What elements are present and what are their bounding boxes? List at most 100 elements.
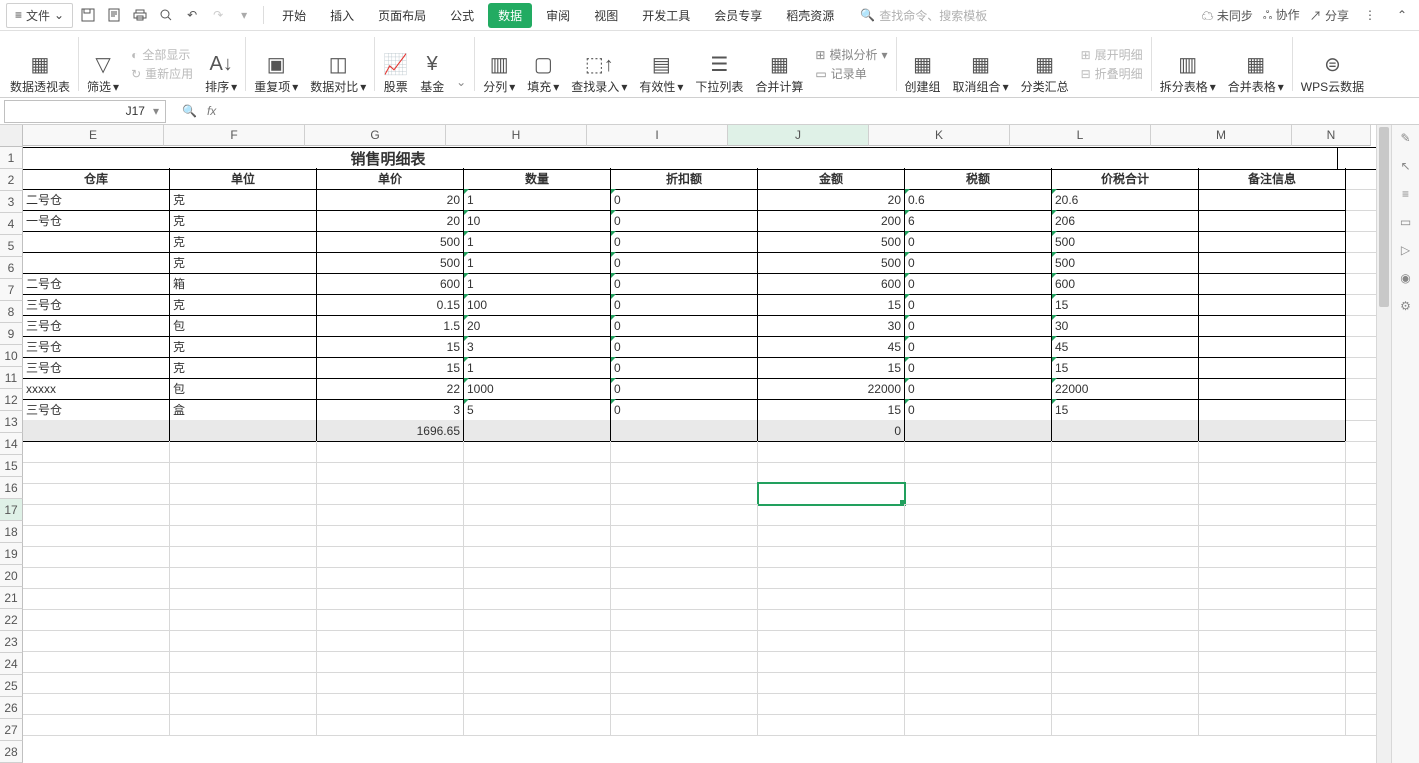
cell-discount[interactable]: 0 <box>611 252 758 274</box>
cell-price[interactable]: 500 <box>317 252 464 274</box>
row-header-28[interactable]: 28 <box>0 741 23 763</box>
cell[interactable] <box>1346 567 1376 589</box>
cell-tax[interactable]: 0 <box>905 336 1052 358</box>
cell[interactable] <box>1052 693 1199 715</box>
cell[interactable] <box>611 483 758 505</box>
cell[interactable] <box>758 504 905 526</box>
cell[interactable] <box>23 588 170 610</box>
datatype-overflow-icon[interactable]: ⌄ <box>450 71 472 93</box>
cell-warehouse[interactable] <box>23 231 170 253</box>
cell[interactable] <box>1199 609 1346 631</box>
cell-tax[interactable]: 0 <box>905 252 1052 274</box>
redo-icon[interactable]: ↷ <box>207 4 229 26</box>
tool-select-icon[interactable]: ↖ <box>1400 159 1410 173</box>
row-header-11[interactable]: 11 <box>0 367 23 389</box>
cell[interactable] <box>170 504 317 526</box>
cell-price[interactable]: 15 <box>317 336 464 358</box>
cell[interactable] <box>170 483 317 505</box>
cell-discount[interactable]: 0 <box>611 399 758 421</box>
cell-amount[interactable]: 20 <box>758 189 905 211</box>
cell-amount[interactable]: 200 <box>758 210 905 232</box>
merge-table-button[interactable]: ▦合并表格▾ <box>1222 31 1290 97</box>
cell[interactable] <box>23 462 170 484</box>
cell[interactable] <box>1052 714 1199 736</box>
cell-discount[interactable]: 0 <box>611 357 758 379</box>
cell[interactable] <box>170 609 317 631</box>
tool-style-icon[interactable]: ✎ <box>1400 131 1410 145</box>
file-menu[interactable]: ≡ 文件 ⌄ <box>6 3 73 28</box>
column-header-H[interactable]: H <box>446 125 587 146</box>
cell-warehouse[interactable]: 三号仓 <box>23 399 170 421</box>
cell-discount[interactable]: 0 <box>611 210 758 232</box>
cell-price[interactable]: 22 <box>317 378 464 400</box>
command-search[interactable]: 🔍 查找命令、搜索模板 <box>860 7 987 24</box>
cell[interactable] <box>611 567 758 589</box>
cell-unit[interactable]: 克 <box>170 189 317 211</box>
wps-cloud-button[interactable]: ⊜WPS云数据 <box>1295 31 1370 97</box>
tab-layout[interactable]: 页面布局 <box>368 3 436 28</box>
grid-scroll[interactable]: EFGHIJKLMN 12345678910111213141516171819… <box>0 125 1376 763</box>
cell[interactable] <box>758 672 905 694</box>
cell[interactable] <box>758 588 905 610</box>
cell[interactable] <box>1346 168 1376 190</box>
cell[interactable] <box>611 546 758 568</box>
cell[interactable] <box>170 651 317 673</box>
cell-discount[interactable]: 0 <box>611 378 758 400</box>
record-button[interactable]: ▭记录单 <box>815 65 887 82</box>
cell[interactable] <box>758 525 905 547</box>
column-header-M[interactable]: M <box>1151 125 1292 146</box>
cell[interactable] <box>905 546 1052 568</box>
stock-button[interactable]: 📈股票 <box>377 31 414 97</box>
cell[interactable] <box>1052 567 1199 589</box>
cell[interactable] <box>1052 672 1199 694</box>
cell-qty[interactable]: 1000 <box>464 378 611 400</box>
cell-amount[interactable]: 500 <box>758 252 905 274</box>
show-all-button[interactable]: ◐全部显示 <box>131 46 193 63</box>
title-cell[interactable] <box>461 147 607 170</box>
cell[interactable] <box>905 693 1052 715</box>
cell-tax[interactable]: 0 <box>905 273 1052 295</box>
cell[interactable] <box>1199 567 1346 589</box>
cell[interactable] <box>317 525 464 547</box>
cell-amount[interactable]: 15 <box>758 294 905 316</box>
row-header-20[interactable]: 20 <box>0 565 23 587</box>
cell[interactable] <box>611 588 758 610</box>
row-header-4[interactable]: 4 <box>0 213 23 235</box>
cell[interactable] <box>758 546 905 568</box>
cell[interactable] <box>1199 630 1346 652</box>
lookup-button[interactable]: ⬚↑查找录入▾ <box>565 31 633 97</box>
tab-review[interactable]: 审阅 <box>536 3 580 28</box>
save-icon[interactable] <box>77 4 99 26</box>
cell[interactable] <box>464 441 611 463</box>
tab-docer[interactable]: 稻壳资源 <box>776 3 844 28</box>
cell-remark[interactable] <box>1199 357 1346 379</box>
cell-total[interactable]: 15 <box>1052 357 1199 379</box>
cell-total[interactable]: 206 <box>1052 210 1199 232</box>
qat-dropdown-icon[interactable]: ▾ <box>233 4 255 26</box>
cell-price[interactable]: 20 <box>317 210 464 232</box>
cell-price[interactable]: 15 <box>317 357 464 379</box>
cell[interactable] <box>1346 693 1376 715</box>
cell-qty[interactable]: 10 <box>464 210 611 232</box>
cell-warehouse[interactable]: 三号仓 <box>23 315 170 337</box>
cell-amount[interactable]: 15 <box>758 399 905 421</box>
sort-button[interactable]: A↓排序▾ <box>199 31 243 97</box>
cell[interactable] <box>905 525 1052 547</box>
table-header[interactable]: 金额 <box>758 168 905 190</box>
row-header-3[interactable]: 3 <box>0 191 23 213</box>
tool-gear-icon[interactable]: ⚙ <box>1400 299 1411 313</box>
table-header[interactable]: 折扣额 <box>611 168 758 190</box>
cell-discount[interactable]: 0 <box>611 336 758 358</box>
cell[interactable] <box>1346 210 1376 232</box>
cell[interactable] <box>464 525 611 547</box>
cell[interactable] <box>1199 672 1346 694</box>
total-unit[interactable] <box>170 420 317 442</box>
collapse-detail-button[interactable]: ⊟折叠明细 <box>1081 65 1143 82</box>
cell[interactable] <box>611 651 758 673</box>
preview-alt-icon[interactable] <box>155 4 177 26</box>
cell-total[interactable]: 20.6 <box>1052 189 1199 211</box>
cell-discount[interactable]: 0 <box>611 231 758 253</box>
row-header-7[interactable]: 7 <box>0 279 23 301</box>
cell-qty[interactable]: 20 <box>464 315 611 337</box>
tool-page-icon[interactable]: ▭ <box>1400 215 1411 229</box>
